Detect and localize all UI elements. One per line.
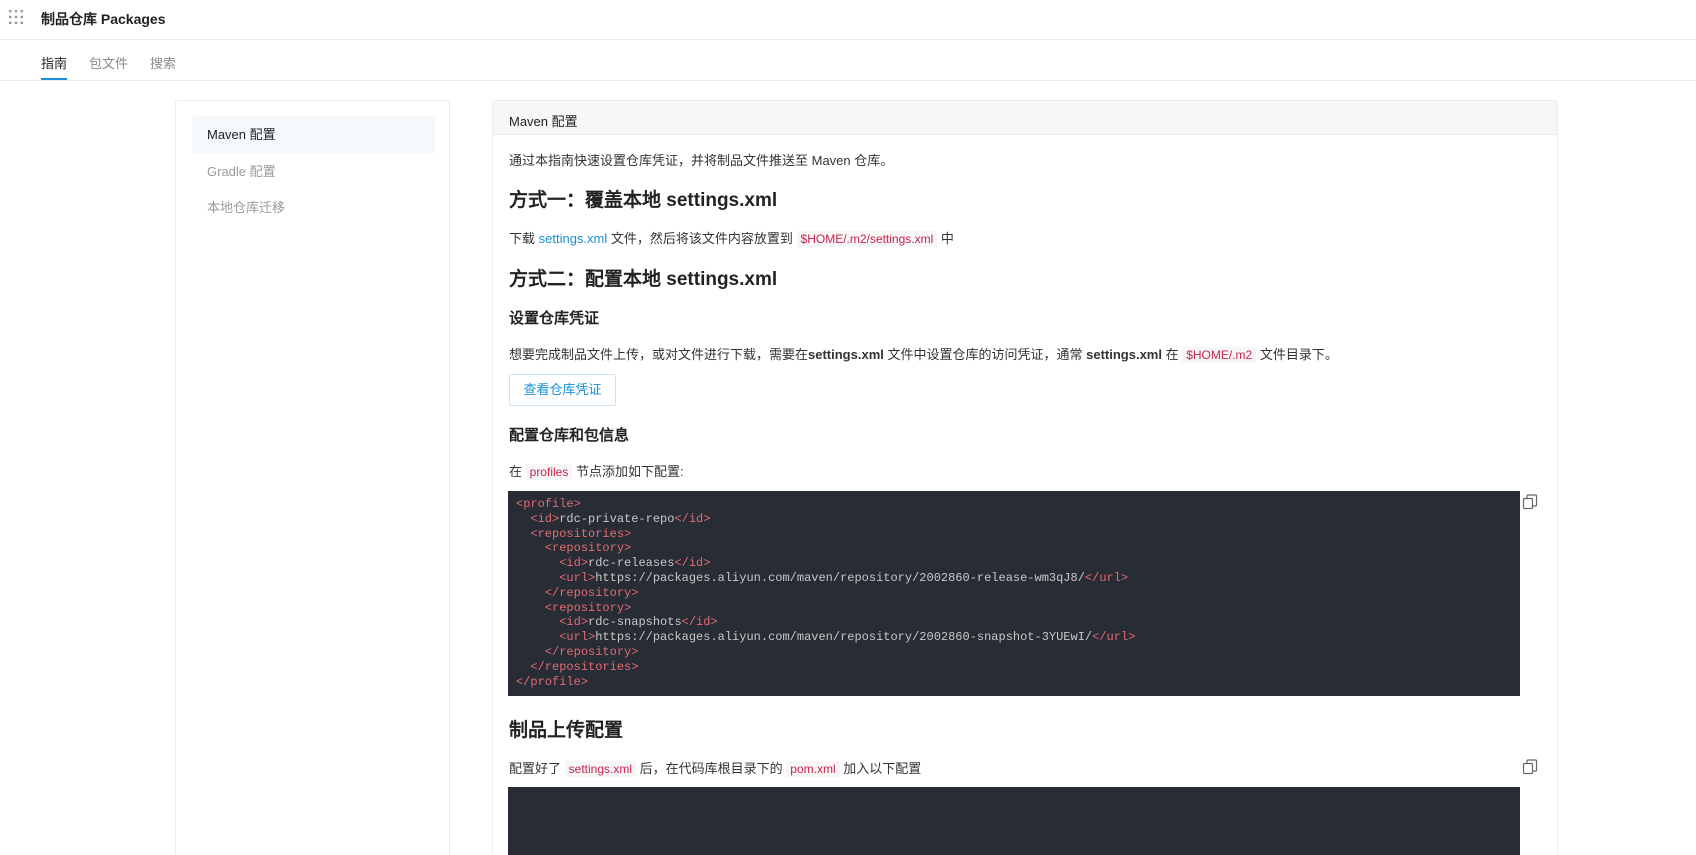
code-tag: <repository> <box>544 541 632 556</box>
profiles-text-post: 节点添加如下配置: <box>575 464 684 479</box>
top-bar: 制品仓库 Packages <box>0 0 1696 40</box>
code-tag: <url> <box>559 570 596 585</box>
profiles-text-pre: 在 <box>509 464 523 479</box>
repo-config-title: 配置仓库和包信息 <box>509 427 630 444</box>
code-tag: </url> <box>1084 570 1129 585</box>
tab-packages[interactable]: 包文件 <box>89 53 128 72</box>
settings-xml-download-link[interactable]: settings.xml <box>539 231 608 246</box>
tab-guide[interactable]: 指南 <box>41 53 67 72</box>
credentials-section-title: 设置仓库凭证 <box>509 310 600 327</box>
m2-path-code: $HOME/.m2 <box>1182 347 1257 363</box>
method1-text-mid: 文件，然后将该文件内容放置到 <box>610 231 793 246</box>
settings-path-code: $HOME/.m2/settings.xml <box>796 231 938 247</box>
method1-title: 方式一：覆盖本地 settings.xml <box>509 190 778 211</box>
apps-grid-icon[interactable] <box>9 10 23 24</box>
code-tag: </repository> <box>544 644 639 659</box>
code-line: <repository> <box>516 541 1512 556</box>
profiles-text: 在 profiles 节点添加如下配置: <box>509 461 684 480</box>
cred-text-3: 在 <box>1161 347 1183 362</box>
app-title: 制品仓库 Packages <box>41 11 166 27</box>
code-tag: <repositories> <box>530 526 632 541</box>
code-tag: </repositories> <box>530 659 639 674</box>
code-tag: </profile> <box>516 674 589 689</box>
method2-title: 方式二：配置本地 settings.xml <box>509 269 778 290</box>
code-line: </repository> <box>516 586 1512 601</box>
profiles-code: profiles <box>525 464 573 480</box>
cred-text-4: 文件目录下。 <box>1256 347 1338 362</box>
code-text: rdc-snapshots <box>588 615 682 630</box>
cred-bold-settings-1: settings.xml <box>808 347 884 362</box>
code-tag: <id> <box>559 615 589 630</box>
code-line: </profile> <box>516 675 1512 690</box>
code-line: <profile> <box>516 497 1512 512</box>
copy-icon[interactable] <box>1522 759 1538 775</box>
main-card-header: Maven 配置 <box>493 101 1557 135</box>
code-text: https://packages.aliyun.com/maven/reposi… <box>595 630 1093 645</box>
settings-xml-code: settings.xml <box>564 761 636 777</box>
upload-text-pre: 配置好了 <box>509 761 562 776</box>
code-tag: <repository> <box>544 600 632 615</box>
code-tag: </id> <box>674 556 711 571</box>
code-tag: <id> <box>559 556 589 571</box>
code-tag: </id> <box>681 615 718 630</box>
code-line: <id>rdc-snapshots</id> <box>516 615 1512 630</box>
code-tag: <profile> <box>516 497 581 511</box>
cred-text-1: 想要完成制品文件上传，或对文件进行下载，需要在 <box>509 347 809 362</box>
pom-code-block[interactable] <box>508 787 1520 855</box>
code-tag: </url> <box>1092 630 1136 645</box>
tab-bar: 指南 包文件 搜索 <box>0 40 1696 81</box>
intro-text: 通过本指南快速设置仓库凭证，并将制品文件推送至 Maven 仓库。 <box>509 153 894 168</box>
method1-text: 下载 settings.xml 文件，然后将该文件内容放置到 $HOME/.m2… <box>509 228 954 247</box>
code-line: <id>rdc-releases</id> <box>516 556 1512 571</box>
method1-text-post: 中 <box>940 231 954 246</box>
code-line: <repository> <box>516 601 1512 616</box>
upload-config-text: 配置好了 settings.xml 后，在代码库根目录下的 pom.xml 加入… <box>509 758 921 777</box>
cred-bold-settings-2: settings.xml <box>1086 347 1162 362</box>
view-credentials-button[interactable]: 查看仓库凭证 <box>509 374 616 406</box>
upload-text-mid: 后，在代码库根目录下的 <box>639 761 783 776</box>
sidebar-item-maven[interactable]: Maven 配置 <box>192 116 435 154</box>
code-line: <repositories> <box>516 527 1512 542</box>
tab-search[interactable]: 搜索 <box>150 53 176 72</box>
code-line: </repositories> <box>516 660 1512 675</box>
upload-text-post: 加入以下配置 <box>843 761 922 776</box>
active-tab-indicator <box>41 78 67 80</box>
code-text: rdc-releases <box>588 556 675 571</box>
sidebar-item-local-migration[interactable]: 本地仓库迁移 <box>192 189 435 227</box>
code-tag: </repository> <box>544 585 639 600</box>
code-line: <url>https://packages.aliyun.com/maven/r… <box>516 571 1512 586</box>
upload-config-title: 制品上传配置 <box>509 720 624 741</box>
code-line: </repository> <box>516 645 1512 660</box>
code-tag: <id> <box>530 511 560 526</box>
method1-text-pre: 下载 <box>509 231 536 246</box>
cred-text-2: 文件中设置仓库的访问凭证，通常 <box>883 347 1087 362</box>
copy-icon[interactable] <box>1522 494 1538 510</box>
code-tag: <url> <box>559 630 596 645</box>
main-card-title: Maven 配置 <box>509 114 578 129</box>
code-text: https://packages.aliyun.com/maven/reposi… <box>595 570 1085 585</box>
code-tag: </id> <box>674 511 711 526</box>
code-line: <url>https://packages.aliyun.com/maven/r… <box>516 630 1512 645</box>
code-line: <id>rdc-private-repo</id> <box>516 512 1512 527</box>
sidebar-item-gradle[interactable]: Gradle 配置 <box>192 153 435 191</box>
guide-sidebar: Maven 配置 Gradle 配置 本地仓库迁移 <box>175 100 450 855</box>
code-text: rdc-private-repo <box>559 511 675 526</box>
profile-code-block[interactable]: <profile> <id>rdc-private-repo</id> <rep… <box>508 491 1520 696</box>
pom-xml-code: pom.xml <box>786 761 840 777</box>
credentials-text: 想要完成制品文件上传，或对文件进行下载，需要在settings.xml 文件中设… <box>509 344 1338 363</box>
